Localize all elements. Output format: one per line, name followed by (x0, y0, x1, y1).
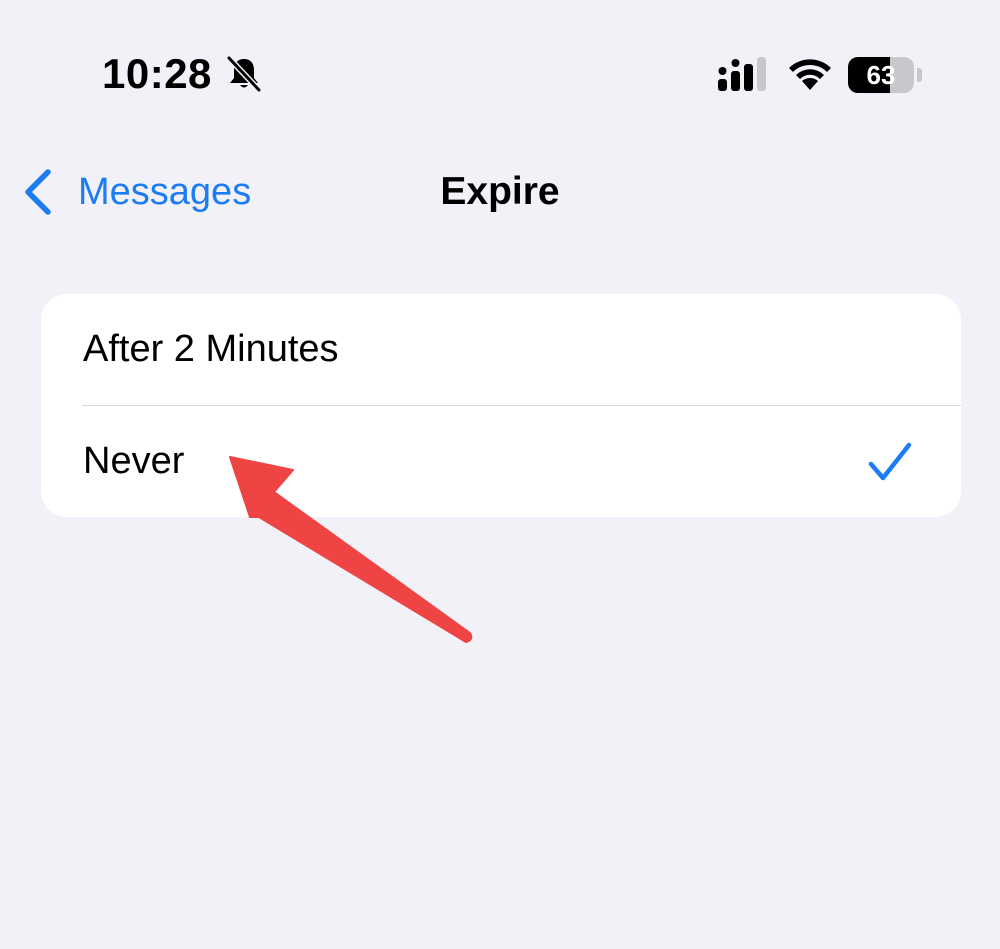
back-button[interactable]: Messages (20, 160, 251, 224)
checkmark-icon (868, 442, 912, 481)
chevron-left-icon (25, 169, 51, 215)
battery-body: 63 (848, 57, 914, 93)
wifi-icon (789, 59, 831, 90)
option-label: After 2 Minutes (83, 328, 339, 370)
cellular-signal-icon (718, 57, 766, 91)
expire-options-list: After 2 Minutes Never (41, 294, 961, 517)
status-time: 10:28 (102, 50, 212, 97)
option-label: Never (83, 440, 185, 482)
battery-percent: 63 (866, 60, 896, 90)
battery-cap (917, 68, 922, 82)
option-never[interactable]: Never (41, 406, 961, 517)
battery-icon: 63 (848, 57, 922, 93)
status-bar: 10:28 63 (0, 0, 1000, 130)
bell-slash-icon (226, 55, 262, 93)
option-after-2-minutes[interactable]: After 2 Minutes (41, 294, 961, 405)
back-button-label: Messages (78, 171, 252, 213)
